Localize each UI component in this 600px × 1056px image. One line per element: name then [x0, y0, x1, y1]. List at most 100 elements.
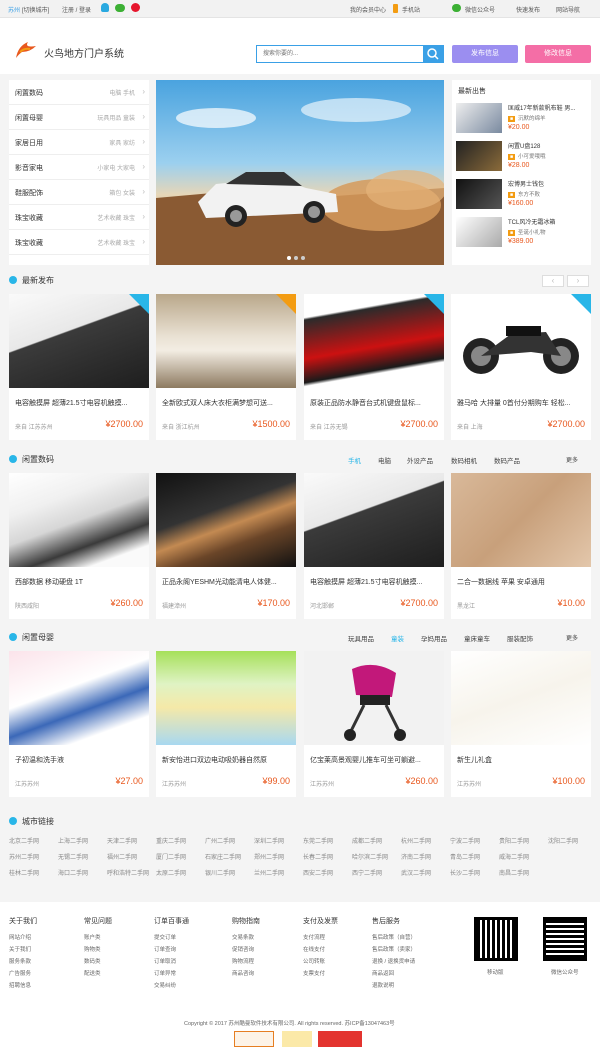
- tab-item[interactable]: 数码产品: [494, 455, 520, 465]
- trust-badge[interactable]: [234, 1031, 274, 1047]
- hot-sale-item[interactable]: 匡威17年新款帆布鞋 男... ■ 沉默的绵羊 ¥20.00: [456, 101, 590, 138]
- city-link[interactable]: 北京二手网: [9, 836, 39, 845]
- city-link[interactable]: 杭州二手网: [401, 836, 431, 845]
- city-link[interactable]: 无锡二手网: [58, 852, 88, 861]
- product-card[interactable]: 雅马哈 大排量 0首付分期购车 轻松... 来自 上海 ¥2700.00: [451, 294, 591, 440]
- city-link[interactable]: 宁波二手网: [450, 836, 480, 845]
- city-link[interactable]: 西安二手网: [303, 868, 333, 877]
- footer-link[interactable]: 交易条款: [232, 933, 254, 941]
- city-link[interactable]: 重庆二手网: [156, 836, 186, 845]
- footer-link[interactable]: 售后政策（卖家）: [372, 945, 416, 953]
- product-card[interactable]: 电容触摸屏 超薄21.5寸电容机触摸... 来自 江苏苏州 ¥2700.00: [9, 294, 149, 440]
- footer-link[interactable]: 交易纠纷: [154, 981, 176, 989]
- city-link[interactable]: 长春二手网: [303, 852, 333, 861]
- product-card[interactable]: 子初温和洗手液 江苏苏州 ¥27.00: [9, 651, 149, 797]
- hot-sale-item[interactable]: TCL风冷无霜冰箱 ■ 圣诞小礼物 ¥389.00: [456, 215, 590, 252]
- footer-link[interactable]: 关于我们: [9, 945, 31, 953]
- footer-link[interactable]: 购物流程: [232, 957, 254, 965]
- next-arrow-button[interactable]: ›: [567, 275, 589, 287]
- tab-item[interactable]: 童装: [391, 633, 404, 643]
- footer-link[interactable]: 招聘信息: [9, 981, 31, 989]
- police-badge[interactable]: [282, 1031, 312, 1047]
- weibo-icon[interactable]: [131, 3, 140, 12]
- footer-link[interactable]: 网站介绍: [9, 933, 31, 941]
- edit-info-button[interactable]: 修改信息: [525, 45, 591, 63]
- footer-link[interactable]: 退换 / 退换货申请: [372, 957, 415, 965]
- city-link[interactable]: 厦门二手网: [156, 852, 186, 861]
- city-link[interactable]: 天津二手网: [107, 836, 137, 845]
- search-input[interactable]: [257, 46, 417, 62]
- post-info-button[interactable]: 发布信息: [452, 45, 518, 63]
- city-link[interactable]: 深圳二手网: [254, 836, 284, 845]
- tab-item[interactable]: 孕妈用品: [421, 633, 447, 643]
- footer-link[interactable]: 数码类: [84, 957, 101, 965]
- footer-link[interactable]: 促销咨询: [232, 945, 254, 953]
- mobile-link[interactable]: 手机站: [402, 5, 420, 14]
- footer-link[interactable]: 广告服务: [9, 969, 31, 977]
- product-card[interactable]: 西部数据 移动硬盘 1T 陕西咸阳 ¥260.00: [9, 473, 149, 619]
- footer-link[interactable]: 支票支付: [303, 969, 325, 977]
- category-item[interactable]: 家居日用 家具 家纺 ›: [9, 130, 149, 155]
- wechat-icon[interactable]: [115, 4, 125, 12]
- credit-badge[interactable]: [318, 1031, 362, 1047]
- category-item[interactable]: 影音家电 小家电 大家电 ›: [9, 155, 149, 180]
- city-link[interactable]: 威海二手网: [499, 852, 529, 861]
- footer-link[interactable]: 售后政策（自营）: [372, 933, 416, 941]
- footer-link[interactable]: 服务条款: [9, 957, 31, 965]
- hot-sale-item[interactable]: 闲置U盘128 ■ 小可爱哦哦 ¥28.00: [456, 139, 590, 176]
- city-link[interactable]: 苏州二手网: [9, 852, 39, 861]
- tab-item[interactable]: 电脑: [378, 455, 391, 465]
- search-button[interactable]: [423, 46, 443, 62]
- footer-link[interactable]: 支付流程: [303, 933, 325, 941]
- city-link[interactable]: 贵阳二手网: [499, 836, 529, 845]
- city-link[interactable]: 武汉二手网: [401, 868, 431, 877]
- product-card[interactable]: 原装正品防水静音台式机键盘鼠标... 来自 江苏无锡 ¥2700.00: [304, 294, 444, 440]
- tab-item[interactable]: 数码相机: [451, 455, 477, 465]
- city-link[interactable]: 兰州二手网: [254, 868, 284, 877]
- prev-arrow-button[interactable]: ‹: [542, 275, 564, 287]
- footer-link[interactable]: 账户类: [84, 933, 101, 941]
- tab-item[interactable]: 手机: [348, 455, 361, 465]
- city-link[interactable]: 沈阳二手网: [548, 836, 578, 845]
- city-link[interactable]: 太原二手网: [156, 868, 186, 877]
- footer-link[interactable]: 订单异常: [154, 969, 176, 977]
- wechat-mp-link[interactable]: 微信公众号: [465, 5, 495, 14]
- city-link[interactable]: 海口二手网: [58, 868, 88, 877]
- city-link[interactable]: 银川二手网: [205, 868, 235, 877]
- footer-link[interactable]: 订单查询: [154, 945, 176, 953]
- category-item[interactable]: 闲置母婴 玩具用品 童装 ›: [9, 105, 149, 130]
- switch-city-link[interactable]: [切换城市]: [22, 5, 49, 14]
- qq-icon[interactable]: [101, 3, 109, 12]
- site-logo-text[interactable]: 火鸟地方门户系统: [44, 45, 124, 60]
- city-link[interactable]: 东莞二手网: [303, 836, 333, 845]
- city-link[interactable]: 广州二手网: [205, 836, 235, 845]
- footer-link[interactable]: 公司转账: [303, 957, 325, 965]
- footer-link[interactable]: 提交订单: [154, 933, 176, 941]
- product-card[interactable]: 正品永阁YESHM光动能清电人体健... 福建漳州 ¥170.00: [156, 473, 296, 619]
- tab-item[interactable]: 童床童车: [464, 633, 490, 643]
- banner-carousel[interactable]: [156, 80, 444, 265]
- footer-link[interactable]: 购物类: [84, 945, 101, 953]
- city-link[interactable]: 成都二手网: [352, 836, 382, 845]
- more-link[interactable]: 更多: [566, 455, 578, 464]
- product-card[interactable]: 全新欧式双人床大衣柜满梦想可送... 来自 浙江杭州 ¥1500.00: [156, 294, 296, 440]
- category-item[interactable]: 闲置数码 电脑 手机 ›: [9, 80, 149, 105]
- login-link[interactable]: 注册 / 登录: [62, 5, 91, 14]
- category-item[interactable]: 珠宝收藏 艺术收藏 珠宝 ›: [9, 230, 149, 255]
- member-center-link[interactable]: 我的会员中心: [350, 5, 386, 14]
- category-item[interactable]: 珠宝收藏 艺术收藏 珠宝 ›: [9, 205, 149, 230]
- footer-link[interactable]: 订单取消: [154, 957, 176, 965]
- city-link[interactable]: 呼和浩特二手网: [107, 868, 149, 877]
- product-card[interactable]: 电容触摸屏 超薄21.5寸电容机触摸... 河北邯郸 ¥2700.00: [304, 473, 444, 619]
- city-link[interactable]: 哈尔滨二手网: [352, 852, 388, 861]
- city-link[interactable]: 济南二手网: [401, 852, 431, 861]
- more-link[interactable]: 更多: [566, 633, 578, 642]
- footer-link[interactable]: 商品咨询: [232, 969, 254, 977]
- product-card[interactable]: 亿宝莱高景观婴儿推车可坐可躺避... 江苏苏州 ¥260.00: [304, 651, 444, 797]
- city-link[interactable]: 上海二手网: [58, 836, 88, 845]
- footer-link[interactable]: 在线支付: [303, 945, 325, 953]
- city-link[interactable]: 郑州二手网: [254, 852, 284, 861]
- footer-link[interactable]: 退款说明: [372, 981, 394, 989]
- city-link[interactable]: 南昌二手网: [499, 868, 529, 877]
- product-card[interactable]: 二合一数据线 苹果 安卓通用 黑龙江 ¥10.00: [451, 473, 591, 619]
